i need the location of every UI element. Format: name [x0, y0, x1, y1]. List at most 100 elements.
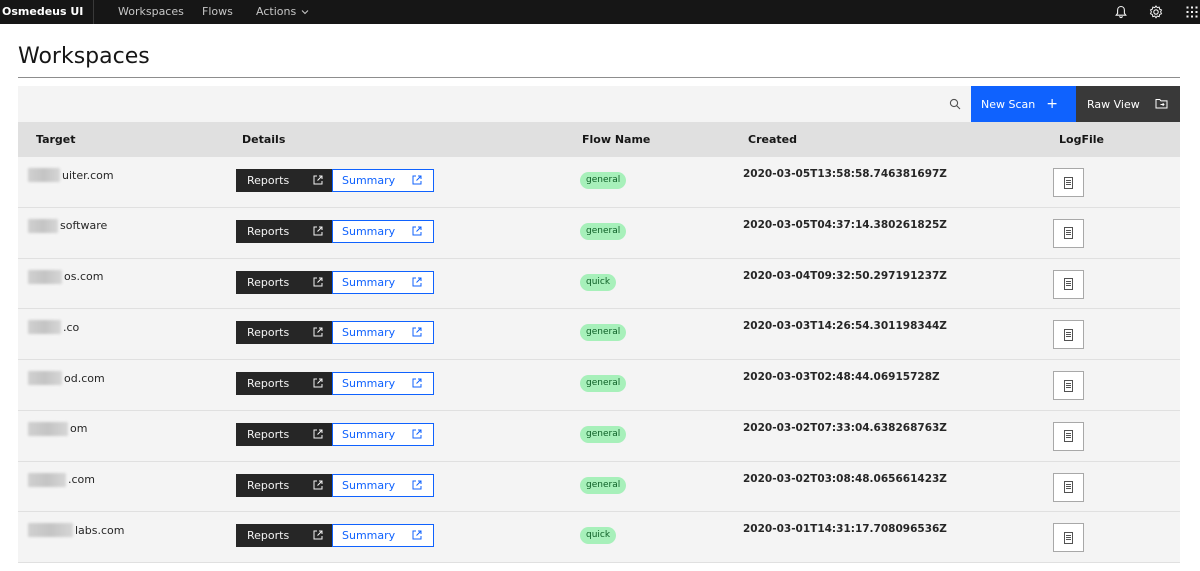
nav-actions[interactable]: Actions — [256, 0, 309, 24]
target-text: .co — [63, 320, 80, 334]
raw-view-button[interactable]: Raw View — [1076, 86, 1180, 122]
target-text: labs.com — [75, 523, 125, 537]
summary-button[interactable]: Summary — [332, 321, 434, 345]
reports-button[interactable]: Reports — [236, 372, 332, 395]
target-cell: software — [28, 218, 108, 233]
reports-label: Reports — [247, 529, 290, 543]
header-logfile[interactable]: LogFile — [1059, 122, 1104, 157]
reports-label: Reports — [247, 326, 290, 340]
summary-button[interactable]: Summary — [332, 372, 434, 395]
new-scan-button[interactable]: New Scan + — [971, 86, 1076, 122]
logfile-button[interactable] — [1053, 218, 1084, 248]
external-link-icon — [313, 175, 323, 185]
target-text: om — [70, 422, 88, 436]
nav-workspaces[interactable]: Workspaces — [118, 0, 184, 24]
reports-label: Reports — [247, 174, 290, 187]
created-timestamp: 2020-03-02T03:08:48.065661423Z — [743, 472, 947, 485]
created-timestamp: 2020-03-03T02:48:44.06915728Z — [743, 371, 940, 383]
nav-actions-label: Actions — [256, 5, 297, 18]
header-flow-name[interactable]: Flow Name — [582, 122, 650, 157]
external-link-icon — [313, 480, 323, 489]
header-details[interactable]: Details — [242, 122, 285, 157]
target-text: od.com — [64, 371, 105, 385]
table-row: os.com Reports Summary quick 2020-03-04T… — [18, 258, 1180, 310]
summary-button[interactable]: Summary — [332, 169, 434, 192]
created-timestamp: 2020-03-04T09:32:50.297191237Z — [743, 269, 947, 282]
created-timestamp: 2020-03-02T07:33:04.638268763Z — [743, 421, 947, 434]
header-created[interactable]: Created — [748, 122, 797, 157]
redacted-mask — [28, 269, 62, 284]
table-body: uiter.com Reports Summary general 2020-0… — [18, 157, 1180, 563]
summary-label: Summary — [342, 529, 396, 543]
reports-button[interactable]: Reports — [236, 321, 332, 345]
header-target[interactable]: Target — [36, 122, 76, 157]
new-scan-label: New Scan — [981, 97, 1036, 111]
summary-label: Summary — [342, 174, 396, 187]
table-row: .com Reports Summary general 2020-03-02T… — [18, 461, 1180, 513]
external-link-icon — [412, 175, 422, 185]
logfile-button[interactable] — [1053, 320, 1084, 350]
flow-name-tag: general — [580, 425, 627, 443]
plus-icon: + — [1046, 96, 1058, 112]
logfile-button[interactable] — [1053, 269, 1084, 299]
logfile-button[interactable] — [1053, 168, 1084, 197]
target-cell: od.com — [28, 371, 105, 385]
reports-button[interactable]: Reports — [236, 219, 332, 243]
reports-button[interactable]: Reports — [236, 473, 332, 497]
flow-name-tag: general — [580, 476, 627, 494]
logfile-button[interactable] — [1053, 421, 1084, 451]
external-link-icon — [412, 378, 422, 388]
external-link-icon — [412, 226, 422, 236]
reports-button[interactable]: Reports — [236, 169, 332, 192]
search-icon — [949, 98, 961, 110]
document-icon — [1064, 531, 1073, 544]
flow-name-tag: quick — [580, 527, 617, 545]
target-cell: labs.com — [28, 523, 125, 538]
reports-label: Reports — [247, 478, 290, 492]
redacted-mask — [28, 320, 61, 335]
redacted-mask — [28, 472, 66, 487]
search-button[interactable] — [940, 86, 970, 122]
logfile-button[interactable] — [1053, 523, 1084, 553]
summary-button[interactable]: Summary — [332, 524, 434, 548]
app-switcher-icon[interactable] — [1180, 0, 1200, 24]
external-link-icon — [313, 530, 323, 540]
summary-button[interactable]: Summary — [332, 219, 434, 243]
target-text: uiter.com — [62, 168, 114, 182]
document-icon — [1064, 278, 1073, 290]
summary-button[interactable]: Summary — [332, 473, 434, 497]
summary-button[interactable]: Summary — [332, 422, 434, 446]
flow-name-tag: quick — [580, 273, 617, 291]
table-row: software Reports Summary general 2020-03… — [18, 207, 1180, 259]
redacted-mask — [28, 168, 60, 182]
external-link-icon — [412, 530, 422, 540]
reports-button[interactable]: Reports — [236, 422, 332, 446]
nav-flows[interactable]: Flows — [202, 0, 233, 24]
created-timestamp: 2020-03-03T14:26:54.301198344Z — [743, 320, 947, 333]
target-cell: .co — [28, 320, 80, 335]
created-timestamp: 2020-03-05T04:37:14.380261825Z — [743, 218, 947, 231]
app-brand[interactable]: Osmedeus UI — [0, 0, 94, 24]
summary-label: Summary — [342, 326, 396, 340]
target-text: os.com — [64, 270, 104, 283]
redacted-mask — [28, 523, 73, 538]
document-icon — [1064, 176, 1073, 189]
notification-icon[interactable] — [1109, 0, 1133, 24]
created-timestamp: 2020-03-01T14:31:17.708096536Z — [743, 523, 947, 536]
external-link-icon — [313, 277, 323, 286]
table-toolbar: New Scan + Raw View — [18, 86, 1180, 122]
reports-button[interactable]: Reports — [236, 524, 332, 548]
logfile-button[interactable] — [1053, 472, 1084, 502]
document-icon — [1064, 481, 1073, 493]
summary-label: Summary — [342, 377, 396, 390]
flow-name-tag: general — [580, 222, 627, 240]
document-icon — [1064, 379, 1073, 392]
logfile-button[interactable] — [1053, 371, 1084, 400]
reports-label: Reports — [247, 275, 290, 289]
external-link-icon — [412, 480, 422, 489]
settings-icon[interactable] — [1144, 0, 1168, 24]
target-text: software — [60, 219, 108, 233]
reports-button[interactable]: Reports — [236, 270, 332, 294]
summary-button[interactable]: Summary — [332, 270, 434, 294]
external-link-icon — [412, 429, 422, 439]
